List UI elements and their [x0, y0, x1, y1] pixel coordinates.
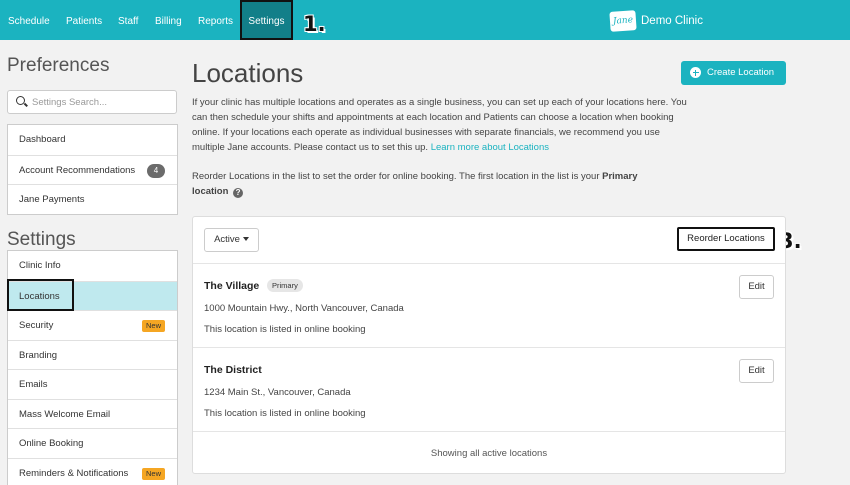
edit-button[interactable]: Edit [739, 275, 774, 299]
create-location-button[interactable]: Create Location [681, 61, 786, 85]
reorder-help: Reorder Locations in the list to set the… [192, 169, 672, 199]
intro-text: If your clinic has multiple locations an… [192, 95, 692, 155]
new-badge: New [141, 320, 165, 332]
status-filter-label: Active [214, 234, 240, 245]
sidebar-item-label: Branding [19, 349, 58, 361]
search-input[interactable] [32, 93, 172, 111]
status-filter-dropdown[interactable]: Active [204, 228, 259, 252]
learn-more-link[interactable]: Learn more about Locations [431, 142, 549, 153]
location-status: This location is listed in online bookin… [204, 324, 366, 335]
sidebar-item-label: Emails [19, 379, 48, 390]
primary-badge: Primary [267, 279, 303, 292]
settings-search[interactable] [7, 90, 177, 114]
sidebar-item-label: Clinic Info [19, 260, 61, 271]
location-status: This location is listed in online bookin… [204, 408, 366, 419]
sidebar-item-label: Dashboard [19, 134, 66, 145]
location-name: The District [204, 364, 262, 376]
sidebar-item-jane-payments[interactable]: Jane Payments [8, 184, 177, 214]
sidebar-item-online-booking[interactable]: Online Booking [8, 428, 177, 458]
location-address: 1000 Mountain Hwy., North Vancouver, Can… [204, 303, 404, 314]
location-row: The Village Primary 1000 Mountain Hwy., … [193, 263, 785, 347]
sidebar-item-label: Account Recommendations [19, 164, 136, 176]
question-icon[interactable]: ? [233, 188, 244, 198]
sidebar-item-label: Jane Payments [19, 194, 85, 205]
sidebar-item-security[interactable]: Security New [8, 310, 177, 340]
nav-billing[interactable]: Billing [155, 0, 182, 40]
reorder-locations-button[interactable]: Reorder Locations [677, 227, 775, 251]
edit-button[interactable]: Edit [739, 359, 774, 383]
page-title: Locations [192, 58, 304, 88]
sidebar-item-label: Reminders & Notifications [19, 467, 129, 479]
new-badge: New [141, 467, 165, 480]
settings-heading: Settings [7, 229, 76, 250]
location-address: 1234 Main St., Vancouver, Canada [204, 387, 351, 398]
sidebar-item-mass-welcome-email[interactable]: Mass Welcome Email [8, 398, 177, 429]
nav-reports[interactable]: Reports [198, 0, 233, 40]
nav-staff[interactable]: Staff [118, 0, 138, 40]
plus-circle-icon [690, 67, 701, 78]
reorder-help-text: Reorder Locations in the list to set the… [192, 171, 603, 182]
sidebar-item-clinic-info[interactable]: Clinic Info [8, 251, 177, 281]
preferences-menu: Dashboard Account Recommendations 4 Jane… [7, 124, 178, 215]
sidebar-item-dashboard[interactable]: Dashboard [8, 125, 177, 155]
locations-highlight-box [7, 279, 74, 311]
brand[interactable]: Jane Demo Clinic [609, 10, 703, 32]
sidebar-item-label: Online Booking [19, 438, 84, 449]
count-badge: 4 [147, 163, 165, 178]
sidebar-item-branding[interactable]: Branding [8, 339, 177, 370]
sidebar-item-emails[interactable]: Emails [8, 369, 177, 399]
search-icon [16, 96, 25, 105]
top-nav: Schedule Patients Staff Billing Reports … [0, 0, 850, 40]
location-row: The District 1234 Main St., Vancouver, C… [193, 347, 785, 431]
locations-panel: Active Reorder Locations The Village Pri… [192, 216, 786, 474]
nav-settings[interactable]: Settings [240, 0, 293, 40]
sidebar-item-label: Mass Welcome Email [19, 408, 111, 420]
sidebar-item-account-recommendations[interactable]: Account Recommendations 4 [8, 154, 177, 185]
sidebar-item-reminders-notifications[interactable]: Reminders & Notifications New [8, 457, 177, 485]
location-name: The Village [204, 280, 260, 292]
clinic-name: Demo Clinic [641, 15, 703, 27]
nav-schedule[interactable]: Schedule [8, 0, 50, 40]
callout-1: 1. [303, 12, 326, 36]
caret-down-icon [242, 237, 249, 241]
preferences-heading: Preferences [7, 55, 110, 76]
nav-patients[interactable]: Patients [66, 0, 102, 40]
sidebar-item-label: Security [19, 320, 54, 331]
create-location-label: Create Location [707, 67, 775, 78]
showing-all-text: Showing all active locations [430, 448, 548, 459]
jane-logo-icon: Jane [609, 10, 637, 32]
